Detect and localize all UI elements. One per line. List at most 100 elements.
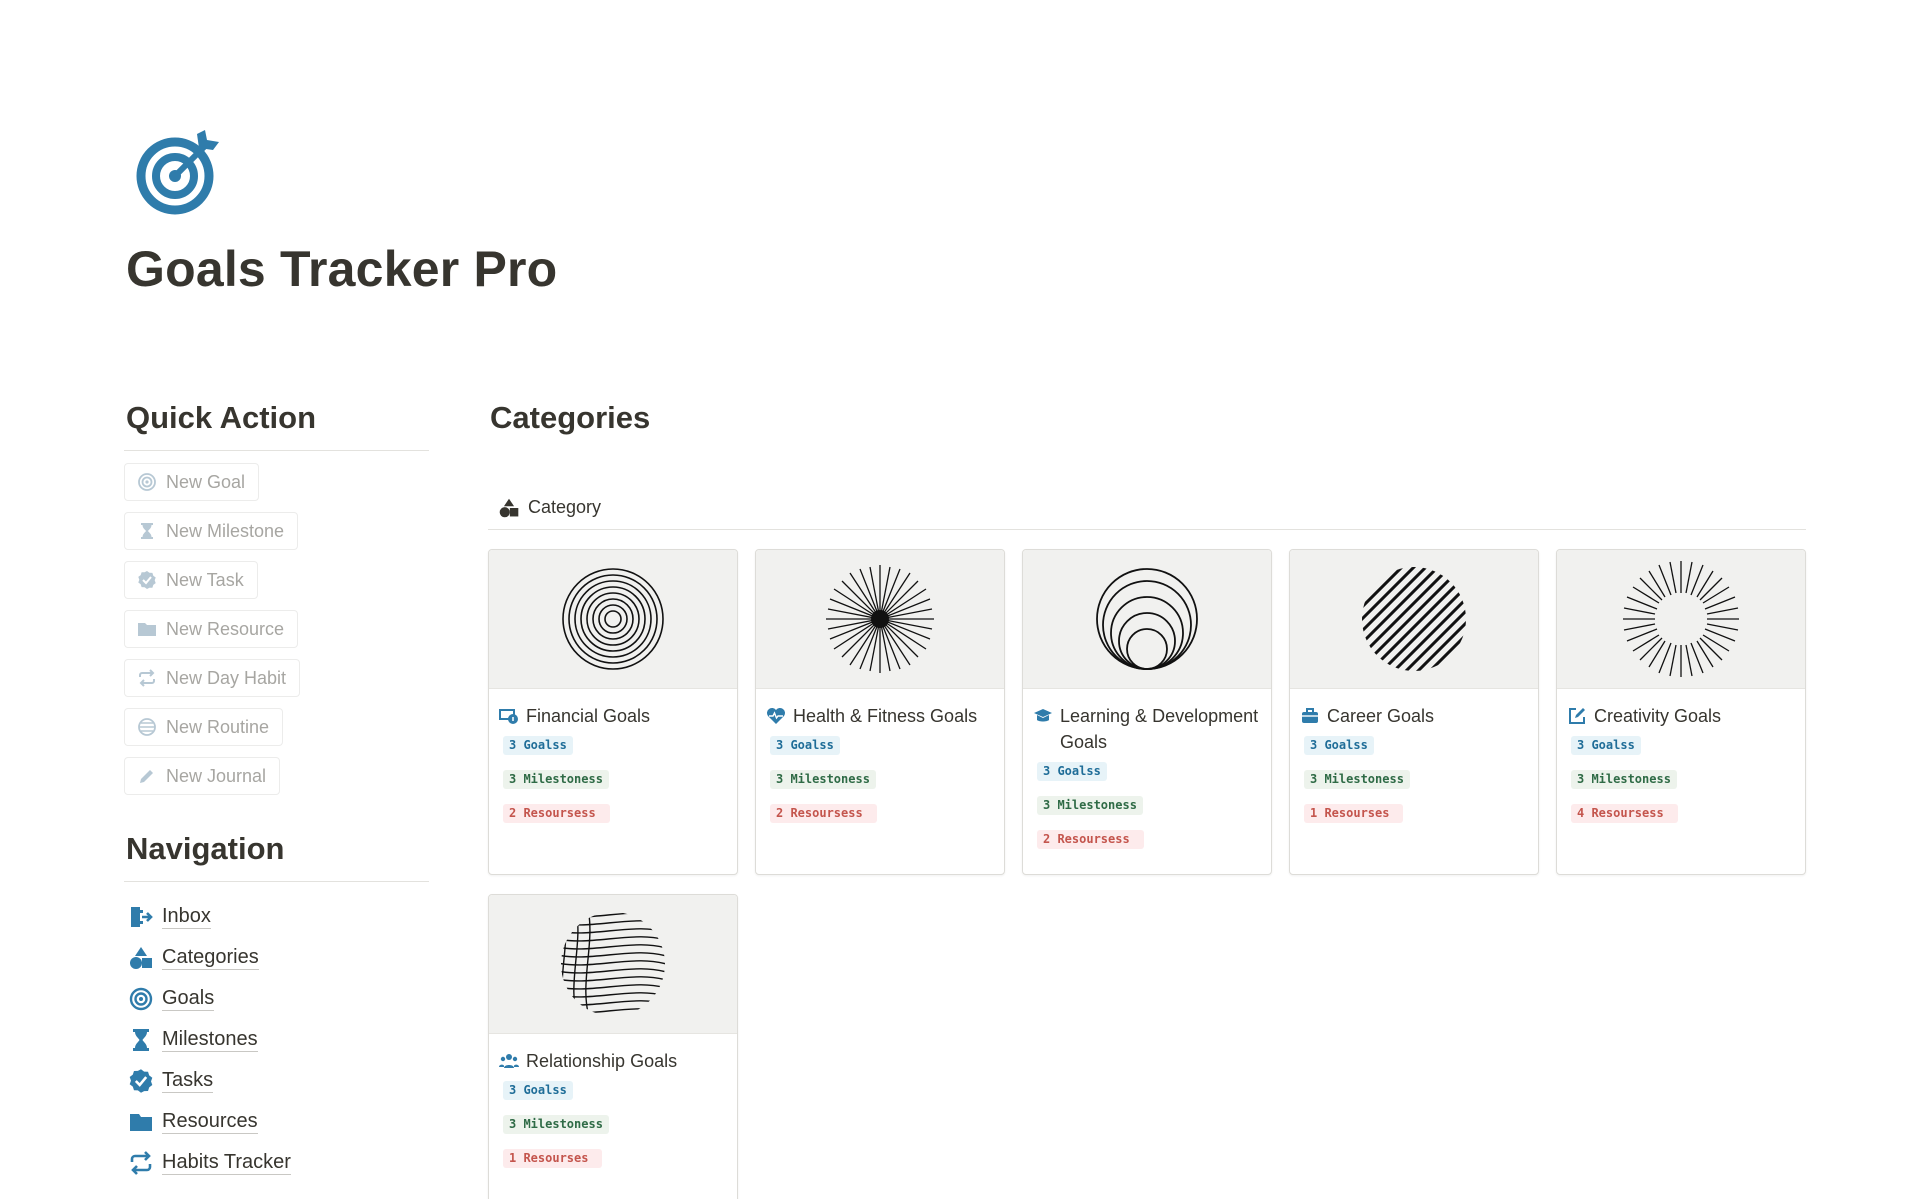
nav-item-habits-tracker[interactable]: Habits Tracker (124, 1142, 429, 1183)
card-cover (1557, 550, 1805, 689)
navigation-list: Inbox Categories Goals Milestones Tasks … (124, 882, 429, 1183)
nav-label-categories: Categories (162, 945, 259, 970)
nav-label-habits-tracker: Habits Tracker (162, 1150, 291, 1175)
verified-check-icon (138, 571, 156, 589)
graduation-cap-icon (1034, 709, 1052, 722)
new-task-label: New Task (166, 569, 244, 590)
card-title: Health & Fitness Goals (766, 703, 994, 729)
new-milestone-label: New Milestone (166, 520, 285, 541)
shapes-icon (130, 946, 152, 969)
verified-check-icon (129, 1068, 153, 1093)
new-task-button[interactable]: New Task (124, 561, 258, 599)
goals-count-tag: 3 Goalss (1304, 736, 1374, 755)
card-title-text: Financial Goals (526, 706, 651, 726)
card-title: Career Goals (1300, 703, 1528, 729)
resources-count-tag: 2 Resoursess (770, 804, 877, 823)
new-goal-button[interactable]: New Goal (124, 463, 260, 501)
nav-item-tasks[interactable]: Tasks (124, 1060, 429, 1101)
card-title-text: Creativity Goals (1594, 706, 1722, 726)
quick-action-heading: Quick Action (124, 400, 429, 451)
pencil-icon (140, 770, 153, 783)
card-career-goals[interactable]: Career Goals 3 Goalss 3 Milestoness 1 Re… (1289, 549, 1539, 875)
edit-square-icon (1569, 708, 1585, 724)
page: Goals Tracker Pro Quick Action New Goal … (0, 0, 1920, 1199)
target-icon (129, 987, 153, 1010)
card-title: Relationship Goals (499, 1048, 727, 1074)
nav-item-inbox[interactable]: Inbox (124, 896, 429, 937)
repeat-icon (139, 669, 155, 687)
radial-lines-cover (1623, 561, 1739, 677)
card-cover (1290, 550, 1538, 689)
nav-label-tasks: Tasks (162, 1068, 214, 1093)
resources-count-tag: 2 Resoursess (503, 804, 610, 823)
hourglass-icon (133, 1028, 149, 1051)
globe-icon (138, 718, 156, 736)
new-resource-button[interactable]: New Resource (124, 610, 299, 648)
milestones-count-tag: 3 Milestoness (1037, 796, 1143, 815)
new-milestone-button[interactable]: New Milestone (124, 512, 299, 550)
card-cover (756, 550, 1004, 689)
nav-item-milestones[interactable]: Milestones (124, 1019, 429, 1060)
resources-count-tag: 2 Resoursess (1037, 830, 1144, 849)
goals-count-tag: 3 Goalss (503, 1081, 573, 1100)
concentric-circles-cover (562, 568, 664, 670)
card-title-text: Learning & Development Goals (1060, 706, 1259, 752)
repeat-icon (130, 1150, 152, 1175)
shapes-icon (499, 498, 519, 517)
new-journal-button[interactable]: New Journal (124, 757, 281, 795)
nested-circles-cover (1096, 568, 1198, 670)
nav-item-categories[interactable]: Categories (124, 937, 429, 978)
category-gallery: Financial Goals 3 Goalss 3 Milestoness 2… (488, 549, 1806, 1199)
card-creativity-goals[interactable]: Creativity Goals 3 Goalss 3 Milestoness … (1556, 549, 1806, 875)
milestones-count-tag: 3 Milestoness (1304, 770, 1410, 789)
navigation-heading: Navigation (124, 831, 429, 882)
resources-count-tag: 1 Resourses (1304, 804, 1404, 823)
view-tab-label: Category (528, 497, 602, 517)
inbox-icon (131, 906, 153, 927)
milestones-count-tag: 3 Milestoness (503, 1115, 609, 1134)
hatched-circle-cover (1362, 567, 1466, 671)
card-health-fitness-goals[interactable]: Health & Fitness Goals 3 Goalss 3 Milest… (755, 549, 1005, 875)
card-title: Learning & Development Goals (1033, 703, 1261, 755)
card-relationship-goals[interactable]: Relationship Goals 3 Goalss 3 Milestones… (488, 894, 738, 1199)
milestones-count-tag: 3 Milestoness (770, 770, 876, 789)
new-routine-label: New Routine (166, 716, 270, 737)
nav-label-inbox: Inbox (162, 904, 211, 929)
resources-count-tag: 4 Resoursess (1571, 804, 1678, 823)
categories-section: Categories Category Financial Goals 3 Go… (488, 400, 1806, 1199)
money-icon (499, 709, 518, 724)
card-learning-development-goals[interactable]: Learning & Development Goals 3 Goalss 3 … (1022, 549, 1272, 875)
new-routine-button[interactable]: New Routine (124, 708, 284, 746)
card-financial-goals[interactable]: Financial Goals 3 Goalss 3 Milestoness 2… (488, 549, 738, 875)
resources-count-tag: 1 Resourses (503, 1149, 603, 1168)
nav-item-goals[interactable]: Goals (124, 978, 429, 1019)
goals-count-tag: 3 Goalss (770, 736, 840, 755)
nav-item-resources[interactable]: Resources (124, 1101, 429, 1142)
card-title: Financial Goals (499, 703, 727, 729)
card-title-text: Health & Fitness Goals (793, 706, 978, 726)
target-icon (138, 473, 156, 491)
view-tab-category[interactable]: Category (488, 486, 1806, 530)
goals-count-tag: 3 Goalss (503, 736, 573, 755)
nav-label-goals: Goals (162, 986, 215, 1011)
goals-count-tag: 3 Goalss (1571, 736, 1641, 755)
milestones-count-tag: 3 Milestoness (503, 770, 609, 789)
folder-icon (130, 1113, 152, 1131)
card-title-text: Relationship Goals (526, 1051, 678, 1071)
new-day-habit-button[interactable]: New Day Habit (124, 659, 301, 697)
left-column: Quick Action New Goal New Milestone New … (124, 400, 429, 1183)
card-cover (489, 550, 737, 689)
new-goal-label: New Goal (166, 471, 246, 492)
categories-heading: Categories (490, 400, 651, 435)
new-resource-label: New Resource (166, 618, 285, 639)
page-title: Goals Tracker Pro (126, 241, 558, 297)
new-day-habit-label: New Day Habit (166, 667, 287, 688)
nav-label-resources: Resources (162, 1109, 258, 1134)
briefcase-icon (1302, 708, 1318, 723)
quick-action-list: New Goal New Milestone New Task New Reso… (124, 451, 429, 806)
nav-label-milestones: Milestones (162, 1027, 258, 1052)
people-icon (499, 1054, 519, 1068)
wave-sphere-cover (561, 912, 665, 1016)
starburst-cover (826, 565, 934, 673)
milestones-count-tag: 3 Milestoness (1571, 770, 1677, 789)
